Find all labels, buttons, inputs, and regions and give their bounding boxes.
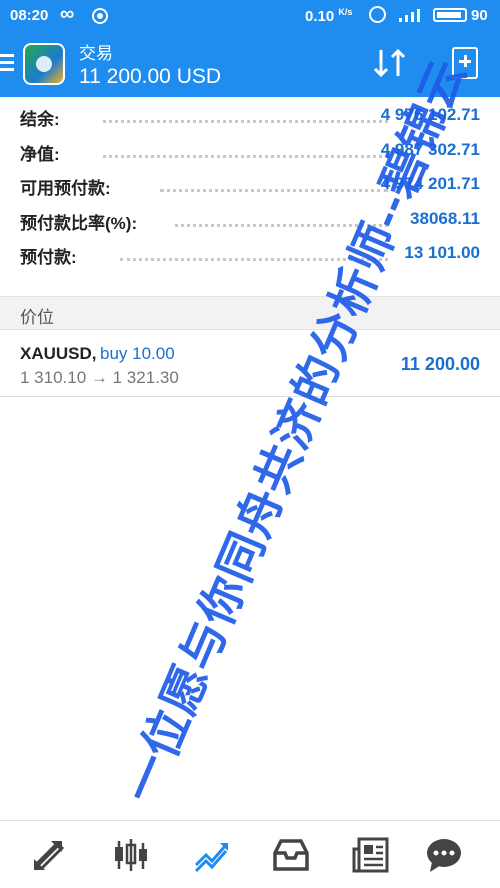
- nav-quotes[interactable]: [29, 835, 69, 875]
- position-profit: 11 200.00: [400, 354, 480, 374]
- battery-level: 90: [471, 7, 488, 24]
- news-icon: [352, 837, 389, 873]
- trade-icon: [194, 843, 228, 873]
- signal-icon: [397, 8, 425, 22]
- position-row[interactable]: XAUUSD, buy 10.00 1 310.10 → 1 321.30 11…: [0, 331, 500, 397]
- row-label: 预付款比率(%):: [20, 213, 138, 233]
- chat-icon: [427, 839, 461, 872]
- account-row-margin-level: 预付款比率(%): 38068.11: [0, 201, 500, 236]
- position-prices: 1 310.10 → 1 321.30: [20, 368, 179, 387]
- page-title: 交易: [79, 44, 113, 63]
- status-time: 08:20: [10, 7, 49, 24]
- metatrader-logo: [23, 43, 65, 85]
- quotes-icon: [34, 841, 65, 871]
- bottom-navigation: [0, 820, 500, 888]
- nav-trade[interactable]: [192, 835, 232, 875]
- nav-news[interactable]: [351, 835, 391, 875]
- battery-icon: [433, 8, 467, 22]
- section-header-positions: 价位: [0, 296, 500, 330]
- network-speed: 0.10 K/s: [305, 7, 353, 25]
- sort-icon[interactable]: [372, 47, 408, 79]
- account-row-margin: 预付款: 13 101.00: [0, 235, 500, 270]
- row-label: 结余:: [20, 110, 60, 129]
- row-label: 净值:: [20, 144, 60, 164]
- nav-chart[interactable]: [111, 835, 151, 875]
- section-title: 价位: [20, 308, 54, 327]
- sync-icon: [92, 8, 108, 24]
- status-bar: 08:20 ∞ 0.10 K/s 90: [0, 0, 500, 30]
- header-profit: 11 200.00 USD: [79, 65, 222, 88]
- chart-icon: [115, 839, 147, 871]
- position-side: buy 10.00: [100, 344, 175, 363]
- row-value: 38068.11: [410, 208, 480, 228]
- row-label: 预付款:: [20, 248, 77, 267]
- position-symbol: XAUUSD,: [20, 344, 97, 363]
- nav-chat[interactable]: [424, 835, 464, 875]
- infinity-icon: ∞: [60, 3, 75, 25]
- alarm-icon: [369, 6, 386, 23]
- row-value: 13 101.00: [404, 243, 480, 262]
- row-label: 可用预付款:: [20, 179, 111, 198]
- history-icon: [273, 839, 309, 871]
- menu-icon[interactable]: [0, 54, 14, 72]
- nav-history[interactable]: [271, 835, 311, 875]
